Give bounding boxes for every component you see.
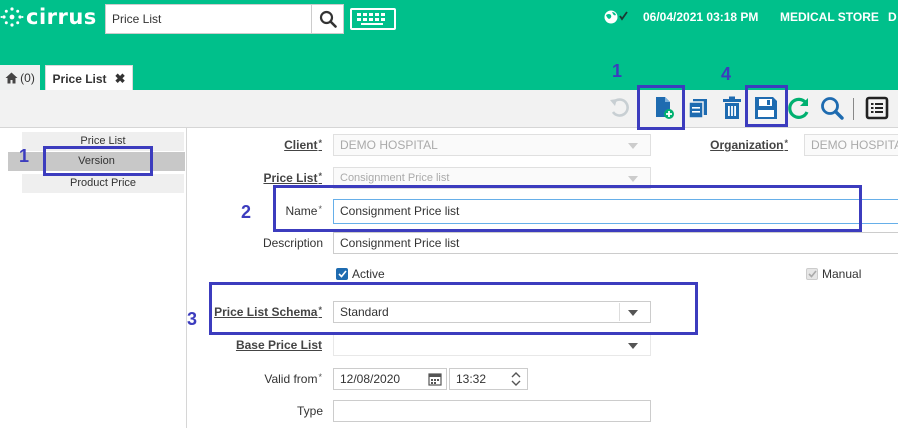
annotation-number: 2 — [241, 202, 252, 222]
annotation-number: 1 — [19, 146, 30, 166]
chevron-down-icon[interactable] — [628, 343, 638, 349]
check-icon — [337, 270, 347, 278]
close-icon[interactable]: ✖ — [115, 71, 126, 87]
user-menu[interactable]: D — [888, 10, 897, 24]
base-price-list-select[interactable] — [333, 334, 651, 356]
client-label: Client* — [284, 138, 322, 152]
status-globe-icon[interactable] — [603, 9, 629, 28]
manual-checkbox[interactable] — [806, 268, 818, 280]
annotation-box-save — [745, 85, 788, 127]
type-input[interactable] — [333, 400, 651, 422]
search-icon — [319, 10, 337, 28]
annotation-box-version — [43, 146, 153, 176]
type-label: Type — [296, 404, 323, 418]
annotation-box-name — [273, 185, 862, 232]
organization-field[interactable]: DEMO HOSPITAL — [804, 134, 898, 156]
chevron-down-icon — [628, 176, 638, 182]
calendar-icon[interactable] — [428, 372, 442, 389]
home-tab-count: (0) — [20, 70, 35, 85]
delete-icon — [723, 96, 741, 119]
grid-view-icon — [865, 96, 889, 120]
keyboard-icon — [357, 13, 385, 25]
copy-record-button[interactable] — [684, 94, 712, 122]
client-field[interactable]: DEMO HOSPITAL — [333, 134, 651, 156]
active-checkbox[interactable] — [336, 268, 348, 280]
chevron-down-icon — [628, 143, 638, 149]
active-label: Active — [352, 267, 385, 281]
valid-from-label: Valid from* — [264, 372, 322, 386]
organization-label: Organization* — [710, 138, 788, 152]
search-input[interactable] — [105, 4, 312, 34]
description-label: Description — [262, 236, 323, 250]
annotation-box-price-list-schema — [209, 282, 698, 335]
home-tab[interactable]: (0) — [0, 65, 40, 90]
app-name: cirrus — [26, 5, 97, 29]
refresh-icon — [788, 97, 809, 119]
manual-label: Manual — [822, 267, 862, 281]
sidebar-item-product-price[interactable]: Product Price — [22, 174, 184, 193]
price-list-label: Price List* — [263, 171, 322, 185]
find-button[interactable] — [818, 94, 846, 122]
cirrus-logo-icon — [0, 7, 24, 27]
description-input[interactable]: Consignment Price list — [333, 232, 898, 254]
annotation-number: 3 — [187, 309, 198, 329]
undo-icon — [610, 98, 629, 117]
refresh-button[interactable] — [785, 94, 813, 122]
toolbar-divider — [853, 98, 854, 120]
base-price-list-label: Base Price List — [235, 338, 322, 352]
check-icon — [807, 270, 817, 278]
annotation-number: 1 — [612, 61, 623, 81]
tab-price-list[interactable]: Price List ✖ — [45, 65, 133, 91]
app-logo[interactable]: cirrus — [0, 3, 97, 31]
undo-button[interactable] — [605, 94, 633, 122]
tab-price-list-label: Price List — [52, 71, 107, 86]
search-button[interactable] — [312, 4, 344, 34]
home-icon — [5, 72, 18, 83]
copy-icon — [688, 99, 707, 119]
delete-button[interactable] — [718, 94, 746, 122]
grid-view-button[interactable] — [863, 94, 891, 122]
time-spinner-icon[interactable] — [510, 370, 522, 391]
virtual-keyboard-button[interactable] — [350, 8, 396, 30]
datetime-text: 06/04/2021 03:18 PM — [643, 10, 759, 24]
store-name[interactable]: MEDICAL STORE — [780, 10, 879, 24]
search-icon — [821, 97, 844, 120]
annotation-number: 4 — [721, 64, 732, 84]
annotation-box-new-record — [637, 85, 685, 130]
